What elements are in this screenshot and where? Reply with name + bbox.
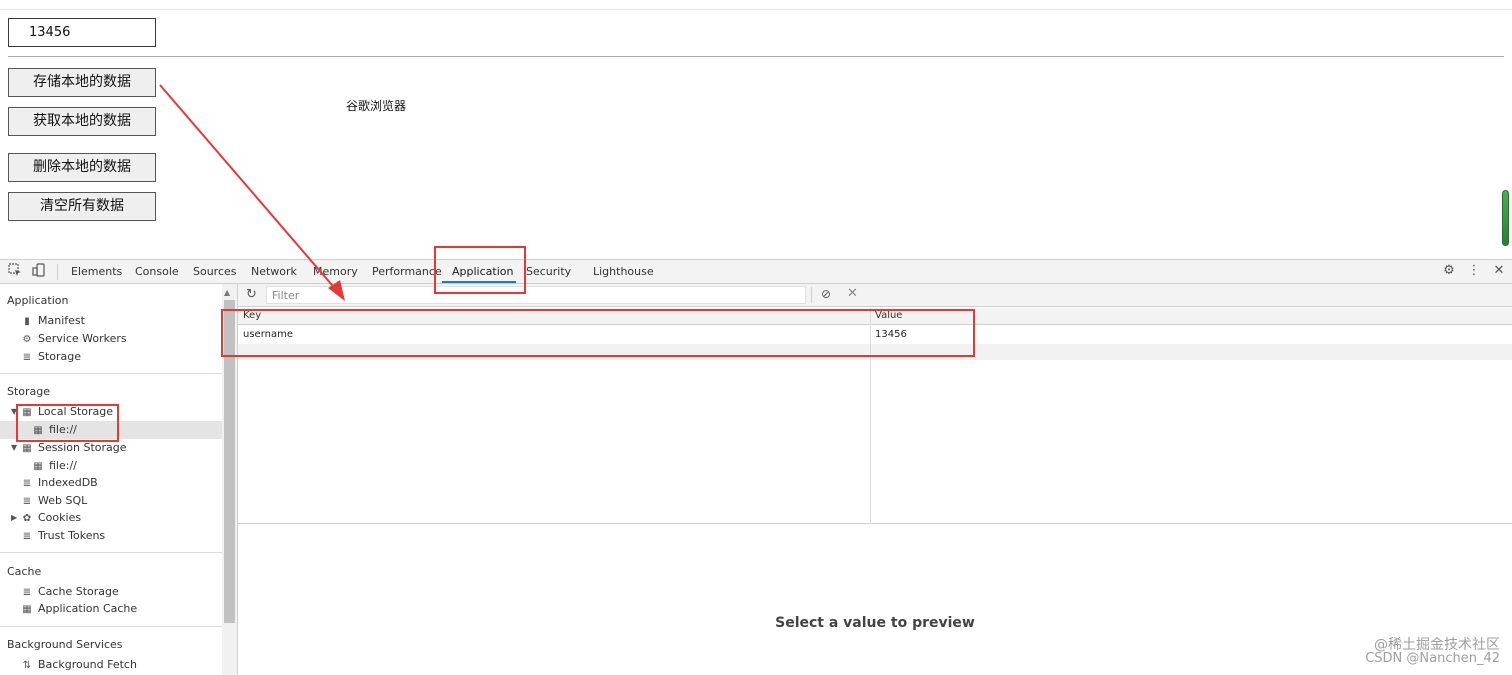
sidebar-item-application-cache[interactable]: ▦ Application Cache xyxy=(21,600,137,618)
sidebar-item-manifest[interactable]: ▮ Manifest xyxy=(21,312,85,330)
more-options-icon[interactable]: ⋮ xyxy=(1466,263,1482,279)
document-icon: ▮ xyxy=(24,316,30,327)
annotation-box-storage-row xyxy=(221,309,975,357)
database-icon: ≣ xyxy=(22,352,32,363)
page-scrollbar-thumb[interactable] xyxy=(1502,190,1509,246)
up-down-arrows-icon: ⇅ xyxy=(22,660,32,671)
sidebar-item-storage[interactable]: ≣ Storage xyxy=(21,348,81,366)
sidebar-item-cache-storage[interactable]: ≣ Cache Storage xyxy=(21,583,119,601)
tab-memory[interactable]: Memory xyxy=(313,260,358,284)
tab-console[interactable]: Console xyxy=(135,260,179,284)
sidebar-item-websql[interactable]: ≣ Web SQL xyxy=(21,492,87,510)
grid-icon: ▦ xyxy=(22,443,32,454)
inspect-element-icon[interactable] xyxy=(7,263,23,279)
watermark-csdn: CSDN @Nanchen_42 xyxy=(1365,651,1500,666)
sidebar-divider xyxy=(0,373,222,374)
database-icon: ≣ xyxy=(22,531,32,542)
sidebar-item-service-workers[interactable]: ⚙ Service Workers xyxy=(21,330,127,348)
tab-security[interactable]: Security xyxy=(526,260,571,284)
get-local-data-button[interactable]: 获取本地的数据 xyxy=(8,107,156,136)
cookie-icon: ✿ xyxy=(22,513,32,524)
database-icon: ≣ xyxy=(22,478,32,489)
horizontal-rule xyxy=(8,56,1504,57)
delete-selected-icon[interactable]: ✕ xyxy=(847,286,858,301)
tab-performance[interactable]: Performance xyxy=(372,260,442,284)
sidebar-divider xyxy=(0,552,222,553)
application-sidebar: Application ▮ Manifest ⚙ Service Workers ≣… xyxy=(0,284,238,675)
annotation-box-application-tab xyxy=(434,246,526,294)
clear-all-data-button[interactable]: 清空所有数据 xyxy=(8,192,156,221)
filter-input[interactable] xyxy=(266,286,806,304)
sidebar-item-trust-tokens[interactable]: ≣ Trust Tokens xyxy=(21,527,105,545)
sidebar-divider xyxy=(0,626,222,627)
save-local-data-button[interactable]: 存储本地的数据 xyxy=(8,68,156,97)
gear-icon: ⚙ xyxy=(22,334,32,345)
sidebar-item-cookies[interactable]: ✿ Cookies xyxy=(21,509,81,527)
section-background-services-heading: Background Services xyxy=(7,638,123,651)
sidebar-item-indexeddb[interactable]: ≣ IndexedDB xyxy=(21,474,98,492)
annotation-box-local-storage xyxy=(16,404,119,442)
delete-local-data-button[interactable]: 删除本地的数据 xyxy=(8,153,156,182)
tab-lighthouse[interactable]: Lighthouse xyxy=(593,260,654,284)
storage-toolbar: ↻ ⊘ ✕ xyxy=(238,284,1512,307)
sidebar-item-background-fetch[interactable]: ⇅ Background Fetch xyxy=(21,656,137,674)
section-cache-heading: Cache xyxy=(7,565,42,578)
tab-elements[interactable]: Elements xyxy=(71,260,122,284)
tab-sources[interactable]: Sources xyxy=(193,260,237,284)
device-toolbar-icon[interactable] xyxy=(31,263,47,279)
page-top-border xyxy=(0,9,1512,10)
clear-all-icon[interactable]: ⊘ xyxy=(821,287,831,301)
collapse-arrow-icon[interactable]: ▶ xyxy=(11,509,17,527)
grid-icon: ▦ xyxy=(22,604,32,615)
refresh-icon[interactable]: ↻ xyxy=(246,287,257,302)
tab-network[interactable]: Network xyxy=(251,260,297,284)
settings-gear-icon[interactable]: ⚙ xyxy=(1441,263,1457,279)
section-application-heading: Application xyxy=(7,294,69,307)
screenshot-root: 13456 存储本地的数据 获取本地的数据 删除本地的数据 清空所有数据 谷歌浏… xyxy=(0,0,1512,675)
close-devtools-icon[interactable]: ✕ xyxy=(1491,263,1507,279)
devtools-tabbar: Elements Console Sources Network Memory … xyxy=(0,260,1512,284)
preview-placeholder: Select a value to preview xyxy=(775,615,975,631)
tabbar-separator xyxy=(57,264,58,280)
username-input[interactable]: 13456 xyxy=(8,18,156,47)
sidebar-item-session-origin[interactable]: ▦ file:// xyxy=(32,457,77,475)
scroll-up-arrow-icon[interactable]: ▲ xyxy=(224,288,230,297)
toolbar-separator xyxy=(811,287,812,303)
section-storage-heading: Storage xyxy=(7,385,51,398)
browser-label: 谷歌浏览器 xyxy=(346,99,407,113)
